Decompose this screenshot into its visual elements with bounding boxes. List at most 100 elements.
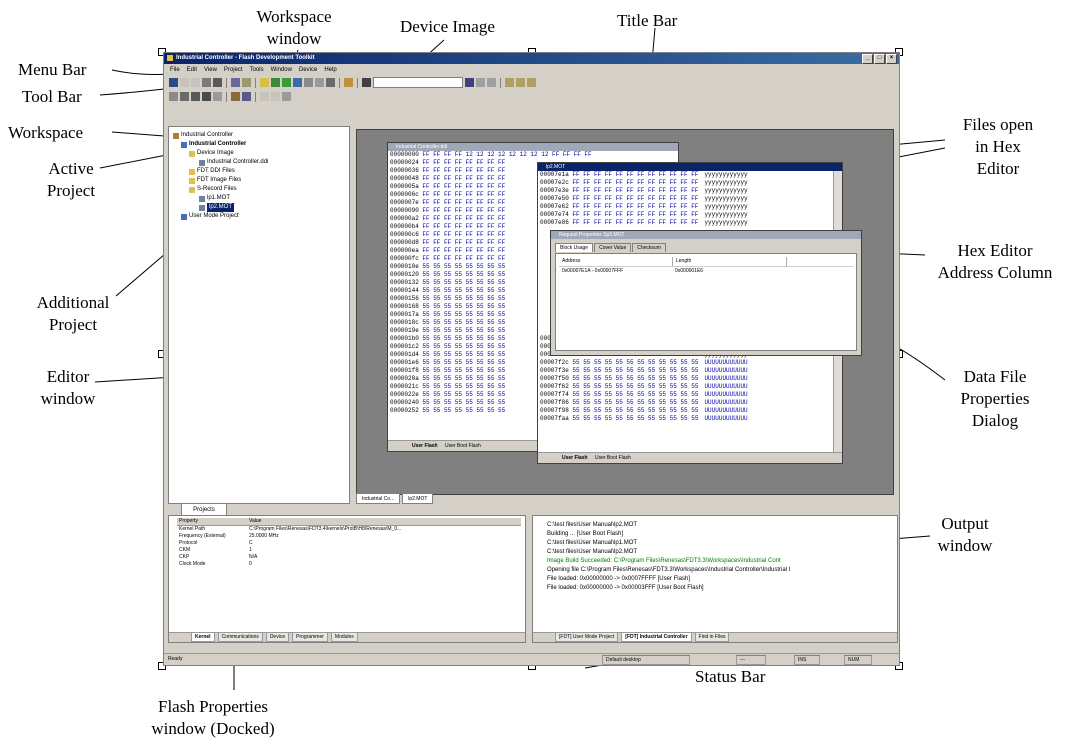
tab-cover-value[interactable]: Cover Value [594, 243, 632, 252]
column-address[interactable]: Address [559, 257, 673, 266]
menu-help[interactable]: Help [324, 65, 336, 75]
tab-device[interactable]: Device [265, 633, 290, 642]
dialog-list-row[interactable]: 0x00007E1A - 0x00007FFF 0x000001E6 [559, 267, 853, 276]
property-row[interactable]: Protocol C [177, 540, 521, 547]
find-combo[interactable] [373, 77, 463, 88]
tree-additional-project[interactable]: User Mode Project [173, 212, 349, 221]
tree-device-image[interactable]: Device Image [173, 149, 349, 158]
tree-srecord[interactable]: S-Record Files [173, 185, 349, 194]
tab-find-in-files[interactable]: Find in Files [694, 633, 730, 642]
hex-row[interactable]: 00007faa 55 55 55 55 55 55 55 55 55 55 5… [538, 415, 842, 423]
tree-fdt-ddi[interactable]: FDT DDI Files [173, 167, 349, 176]
tab-user-flash[interactable]: User Flash [412, 443, 438, 449]
tab-user-boot-flash[interactable]: User Boot Flash [445, 443, 481, 449]
menu-project[interactable]: Project [224, 65, 243, 75]
hex-row[interactable]: 00007f62 55 55 55 55 55 55 55 55 55 55 5… [538, 383, 842, 391]
column-length[interactable]: Length [673, 257, 787, 266]
tab-communications[interactable]: Communications [217, 633, 263, 642]
paste-icon[interactable] [202, 78, 211, 87]
close-icon[interactable]: × [886, 54, 897, 64]
tab-modules[interactable]: Modules [330, 633, 358, 642]
hex-row[interactable]: 00007e86 FF FF FF FF FF FF FF FF FF FF F… [538, 219, 842, 227]
tree-file-2[interactable]: lp2.MOT [173, 203, 349, 212]
tab-user-flash-2[interactable]: User Flash [562, 455, 588, 461]
download-icon[interactable] [282, 78, 291, 87]
replace-icon[interactable] [242, 78, 251, 87]
workspace-toggle-icon[interactable] [505, 78, 514, 87]
property-row[interactable]: Kernel Path C:\Program Files\Renesas\FDT3… [177, 526, 521, 533]
wand-icon[interactable] [344, 78, 353, 87]
tab-block-usage[interactable]: Block Usage [555, 243, 594, 252]
print-icon[interactable] [213, 78, 222, 87]
doc-tab-industrial[interactable]: Industrial Co... [356, 493, 401, 504]
hex-row[interactable]: 00007f2c 55 55 55 55 55 55 55 55 55 55 5… [538, 359, 842, 367]
tab-user-mode-project[interactable]: [FDT] User Mode Project [555, 633, 619, 642]
cut-icon[interactable] [180, 78, 189, 87]
view-ascii-icon[interactable] [202, 92, 211, 101]
menu-window[interactable]: Window [271, 65, 292, 75]
bookmark-next-icon[interactable] [487, 78, 496, 87]
checksum-icon[interactable] [326, 78, 335, 87]
hex-row[interactable]: 00007f50 55 55 55 55 55 55 55 55 55 55 5… [538, 375, 842, 383]
menu-tools[interactable]: Tools [250, 65, 264, 75]
hex-editor-mot-title[interactable]: lp2.MOT [538, 163, 842, 171]
property-row[interactable]: Clock Mode 0 [177, 561, 521, 568]
hex-row[interactable]: 00007e3e FF FF FF FF FF FF FF FF FF FF F… [538, 187, 842, 195]
undo-icon[interactable] [260, 92, 269, 101]
binoculars-icon[interactable] [362, 78, 371, 87]
hex-row[interactable]: 00007e50 FF FF FF FF FF FF FF FF FF FF F… [538, 195, 842, 203]
properties-toggle-icon[interactable] [527, 78, 536, 87]
minimize-icon[interactable]: _ [862, 54, 873, 64]
hex-row[interactable]: 00007e2c FF FF FF FF FF FF FF FF FF FF F… [538, 179, 842, 187]
tree-workspace[interactable]: Industrial Controller [173, 131, 349, 140]
tree-device-image-file[interactable]: Industrial Controller.ddi [173, 158, 349, 167]
hex-row[interactable]: 00000000 FF FF FF FF 12 12 12 12 12 12 1… [388, 151, 678, 159]
menu-device[interactable]: Device [299, 65, 317, 75]
tab-user-boot-flash-2[interactable]: User Boot Flash [595, 455, 631, 461]
find-icon[interactable] [231, 78, 240, 87]
view-words-icon[interactable] [180, 92, 189, 101]
tree-active-project[interactable]: Industrial Controller [173, 140, 349, 149]
hex-address: 00007f62 [540, 383, 573, 390]
hex-row[interactable]: 00007e62 FF FF FF FF FF FF FF FF FF FF F… [538, 203, 842, 211]
view-bytes-icon[interactable] [169, 92, 178, 101]
hex-row[interactable]: 00007e1a FF FF FF FF FF FF FF FF FF FF F… [538, 171, 842, 179]
doc-tab-lp2[interactable]: lp2.MOT [402, 493, 434, 504]
copy-icon[interactable] [191, 78, 200, 87]
tab-checksum[interactable]: Checksum [632, 243, 666, 252]
tab-programmer[interactable]: Programmer [292, 633, 328, 642]
menu-file[interactable]: File [170, 65, 180, 75]
refresh-icon[interactable] [282, 92, 291, 101]
tree-fdt-image[interactable]: FDT Image Files [173, 176, 349, 185]
upload-icon[interactable] [293, 78, 302, 87]
goto-icon[interactable] [242, 92, 251, 101]
dialog-title[interactable]: Request Properties Sp2.MOT [551, 231, 861, 239]
redo-icon[interactable] [271, 92, 280, 101]
fill-icon[interactable] [231, 92, 240, 101]
build-icon[interactable] [260, 78, 269, 87]
hex-row[interactable]: 00007f98 55 55 55 55 55 55 55 55 55 55 5… [538, 407, 842, 415]
menu-view[interactable]: View [204, 65, 217, 75]
tree-file-1[interactable]: lp1.MOT [173, 194, 349, 203]
view-longs-icon[interactable] [191, 92, 200, 101]
property-row[interactable]: CKM 1 [177, 547, 521, 554]
tab-kernel[interactable]: Kernel [191, 633, 215, 642]
find-next-icon[interactable] [465, 78, 474, 87]
hex-row[interactable]: 00007f3e 55 55 55 55 55 55 55 55 55 55 5… [538, 367, 842, 375]
maximize-icon[interactable]: □ [874, 54, 885, 64]
save-icon[interactable] [169, 78, 178, 87]
hex-row[interactable]: 00007f86 55 55 55 55 55 55 55 55 55 55 5… [538, 399, 842, 407]
hex-row[interactable]: 00007e74 FF FF FF FF FF FF FF FF FF FF F… [538, 211, 842, 219]
menu-edit[interactable]: Edit [187, 65, 197, 75]
erase-icon[interactable] [304, 78, 313, 87]
blank-check-icon[interactable] [315, 78, 324, 87]
tab-industrial-controller[interactable]: [FDT] Industrial Controller [621, 633, 692, 642]
view-columns-icon[interactable] [213, 92, 222, 101]
bookmark-icon[interactable] [476, 78, 485, 87]
property-row[interactable]: CKP N/A [177, 554, 521, 561]
hex-editor-ddi-title[interactable]: Industrial Controller.ddi [388, 143, 678, 151]
property-row[interactable]: Frequency (External) 25.0000 MHz [177, 533, 521, 540]
connect-icon[interactable] [271, 78, 280, 87]
hex-row[interactable]: 00007f74 55 55 55 55 55 55 55 55 55 55 5… [538, 391, 842, 399]
output-toggle-icon[interactable] [516, 78, 525, 87]
